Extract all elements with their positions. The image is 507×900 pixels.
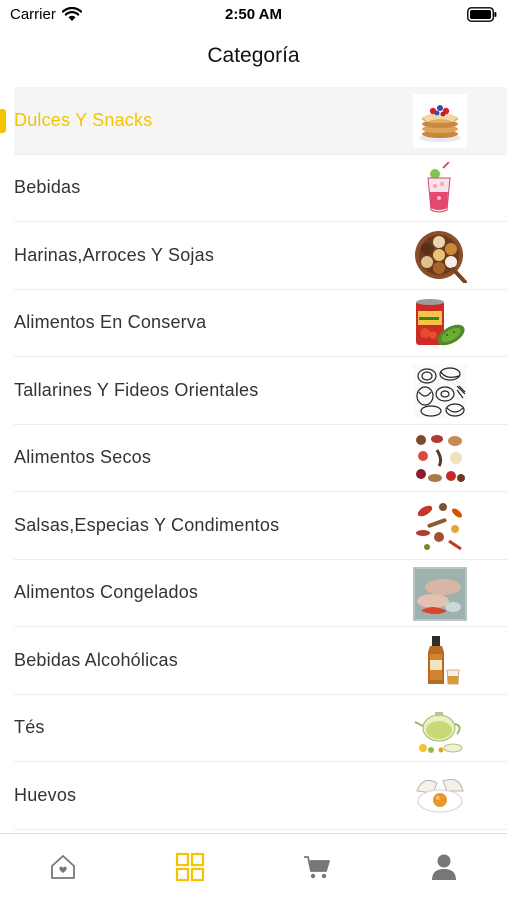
category-item-bebidas-alcoholicas[interactable]: Bebidas Alcohólicas [14, 627, 507, 695]
category-item-alimentos-secos[interactable]: Alimentos Secos [14, 425, 507, 492]
battery-icon [467, 7, 497, 22]
status-bar: Carrier 2:50 AM [0, 0, 507, 30]
category-label: Tés [14, 717, 45, 738]
category-label: Alimentos Congelados [14, 582, 199, 603]
category-item-harinas-arroces-y-sojas[interactable]: Harinas,Arroces Y Sojas [14, 222, 507, 290]
grain-tray-icon [413, 229, 467, 283]
teapot-icon [413, 702, 467, 756]
tab-profile[interactable] [380, 834, 507, 900]
tab-bar [0, 833, 507, 900]
liquor-bottle-icon [413, 634, 467, 688]
category-item-alimentos-en-conserva[interactable]: Alimentos En Conserva [14, 290, 507, 357]
category-label: Tallarines Y Fideos Orientales [14, 379, 259, 400]
category-item-tes[interactable]: Tés [14, 695, 507, 762]
category-label: Bebidas Alcohólicas [14, 649, 178, 670]
cart-icon [303, 856, 330, 879]
category-item-tallarines-y-fideos-orientales[interactable]: Tallarines Y Fideos Orientales [14, 357, 507, 425]
dried-foods-icon [413, 431, 467, 486]
category-item-alimentos-congelados[interactable]: Alimentos Congelados [14, 560, 507, 627]
category-label: Huevos [14, 784, 77, 805]
tab-home[interactable] [0, 834, 127, 900]
category-label: Alimentos Secos [14, 447, 152, 468]
category-item-salsas-especias-y-condimentos[interactable]: Salsas,Especias Y Condimentos [14, 492, 507, 560]
page-title: Categoría [207, 44, 300, 67]
category-label: Harinas,Arroces Y Sojas [14, 244, 215, 265]
category-list: Dulces Y Snacks Bebidas Harinas,Arroces … [0, 87, 507, 830]
user-icon [431, 854, 456, 880]
spices-icon [413, 499, 467, 553]
tab-cart[interactable] [254, 834, 381, 900]
drink-glass-icon [413, 161, 467, 216]
category-item-huevos[interactable]: Huevos [14, 762, 507, 830]
category-label: Alimentos En Conserva [14, 312, 207, 333]
pancakes-icon [413, 94, 467, 148]
category-label: Dulces Y Snacks [14, 109, 153, 130]
category-item-bebidas[interactable]: Bebidas [14, 155, 507, 222]
home-icon [51, 855, 76, 879]
canned-food-icon [413, 297, 467, 351]
category-label: Salsas,Especias Y Condimentos [14, 514, 280, 535]
eggs-icon [413, 769, 467, 823]
selection-indicator [0, 109, 6, 133]
tab-categories[interactable] [127, 834, 254, 900]
frozen-fish-icon [413, 566, 467, 621]
category-label: Bebidas [14, 177, 81, 198]
noodles-icon [413, 364, 467, 418]
category-item-dulces-y-snacks[interactable]: Dulces Y Snacks [0, 87, 507, 155]
status-time: 2:50 AM [225, 6, 282, 23]
grid-icon [176, 852, 205, 882]
